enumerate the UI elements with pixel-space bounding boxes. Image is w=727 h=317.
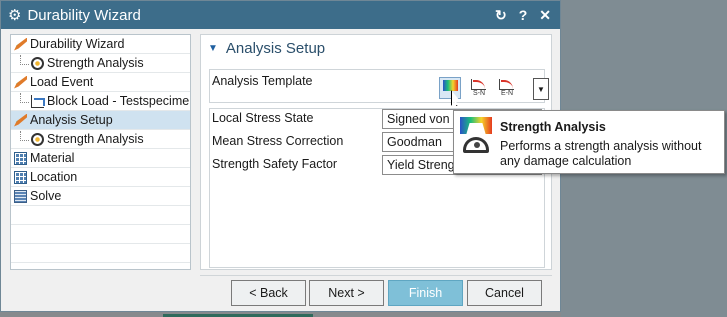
tree-item-strength-analysis-setup[interactable]: Strength Analysis xyxy=(11,130,190,149)
finish-button[interactable]: Finish xyxy=(388,280,463,306)
tree-item-strength-analysis[interactable]: Strength Analysis xyxy=(11,54,190,73)
sn-curve-icon xyxy=(471,79,486,90)
gauge-shape xyxy=(463,137,489,153)
safety-factor-label: Strength Safety Factor xyxy=(212,157,338,171)
tree-empty-row xyxy=(11,244,190,263)
gear-icon: ⚙ xyxy=(8,7,22,24)
en-curve-icon xyxy=(499,79,514,90)
tree-item-material[interactable]: Material xyxy=(11,149,190,168)
cancel-button[interactable]: Cancel xyxy=(467,280,542,306)
tree-empty-row xyxy=(11,225,190,244)
tree-item-location[interactable]: Location xyxy=(11,168,190,187)
tree-item-label: Solve xyxy=(30,189,62,203)
en-template-button[interactable]: E-N xyxy=(496,77,518,99)
pencil-icon xyxy=(14,37,27,51)
wizard-steps-tree: Durability Wizard Strength Analysis Load… xyxy=(10,34,191,270)
tooltip-title: Strength Analysis xyxy=(500,120,606,134)
grid-icon xyxy=(14,170,27,184)
sn-template-button[interactable]: S-N xyxy=(468,77,490,99)
tree-item-label: Durability Wizard xyxy=(30,37,125,51)
section-title: Analysis Setup xyxy=(225,39,326,57)
help-icon[interactable]: ? xyxy=(519,7,528,24)
window-title: Durability Wizard xyxy=(27,6,141,24)
mean-stress-label: Mean Stress Correction xyxy=(212,134,344,148)
local-stress-label: Local Stress State xyxy=(212,111,314,125)
template-dropdown-button[interactable]: ▼ xyxy=(533,78,549,100)
strength-analysis-template-button[interactable] xyxy=(439,77,461,99)
strength-analysis-icon xyxy=(458,117,496,155)
template-tooltip: Strength Analysis Performs a strength an… xyxy=(453,110,725,174)
tree-item-block-load[interactable]: Block Load - Testspecimen xyxy=(11,92,190,111)
next-button[interactable]: Next > xyxy=(309,280,384,306)
tree-item-label: Load Event xyxy=(30,75,94,89)
footer-divider xyxy=(200,275,552,276)
tree-connector xyxy=(20,55,29,65)
close-icon[interactable]: ✕ xyxy=(539,7,551,24)
doc-icon xyxy=(14,189,27,203)
ring-icon xyxy=(31,56,44,70)
ring-icon xyxy=(31,132,44,146)
back-button[interactable]: < Back xyxy=(231,280,306,306)
tree-item-label: Analysis Setup xyxy=(30,113,113,127)
strength-analysis-icon xyxy=(443,80,458,91)
reset-icon[interactable]: ↻ xyxy=(495,7,507,24)
tree-item-solve[interactable]: Solve xyxy=(11,187,190,206)
tree-item-label: Location xyxy=(30,170,78,184)
tree-item-load-event[interactable]: Load Event xyxy=(11,73,190,92)
en-caption: E-N xyxy=(500,90,514,97)
wave-icon xyxy=(31,94,45,108)
tree-item-label: Strength Analysis xyxy=(47,132,144,146)
tree-item-label: Material xyxy=(30,151,75,165)
analysis-template-group: Analysis Template S-N E-N ▼ xyxy=(209,69,549,103)
sn-caption: S-N xyxy=(472,90,486,97)
tree-item-durability-wizard[interactable]: Durability Wizard xyxy=(11,35,190,54)
tree-item-analysis-setup[interactable]: Analysis Setup xyxy=(11,111,190,130)
window-controls: ↻ ? ✕ xyxy=(495,7,551,24)
collapse-triangle-icon[interactable]: ▼ xyxy=(208,43,218,54)
tree-empty-row xyxy=(11,206,190,225)
grid-icon xyxy=(14,151,27,165)
tree-item-label: Block Load - Testspecimen xyxy=(47,94,190,108)
chevron-down-icon: ▼ xyxy=(537,84,545,94)
tree-connector xyxy=(20,93,29,103)
title-bar: ⚙ Durability Wizard ↻ ? ✕ xyxy=(1,1,560,29)
tooltip-description: Performs a strength analysis without any… xyxy=(500,139,702,168)
pencil-icon xyxy=(14,113,27,127)
section-header[interactable]: ▼ Analysis Setup xyxy=(201,35,551,61)
analysis-template-label: Analysis Template xyxy=(212,74,313,88)
heatmap-shape xyxy=(460,117,492,134)
pencil-icon xyxy=(14,75,27,89)
tree-connector xyxy=(20,131,29,141)
tree-item-label: Strength Analysis xyxy=(47,56,144,70)
